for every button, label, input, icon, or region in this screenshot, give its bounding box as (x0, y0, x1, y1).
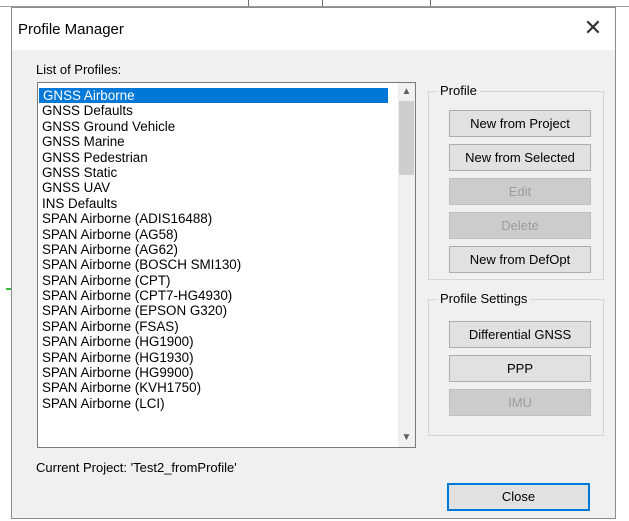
profile-list-item[interactable]: SPAN Airborne (AG62) (38, 242, 388, 257)
profile-list-item[interactable]: SPAN Airborne (CPT) (38, 273, 388, 288)
differential-gnss-button[interactable]: Differential GNSS (449, 321, 591, 348)
profile-manager-dialog: Profile Manager ✕ List of Profiles: GNSS… (11, 7, 616, 519)
current-project-label: Current Project: 'Test2_fromProfile' (36, 460, 237, 475)
dialog-title: Profile Manager (18, 21, 124, 38)
delete-button[interactable]: Delete (449, 212, 591, 239)
new-from-defopt-button[interactable]: New from DefOpt (449, 246, 591, 273)
list-of-profiles-label: List of Profiles: (36, 62, 122, 77)
profile-list-item[interactable]: SPAN Airborne (CPT7-HG4930) (38, 288, 388, 303)
profile-list-item[interactable]: SPAN Airborne (LCI) (38, 396, 388, 411)
profile-list-item[interactable]: SPAN Airborne (HG1930) (38, 350, 388, 365)
profile-list-item[interactable]: GNSS Marine (38, 134, 388, 149)
profile-list-item[interactable]: INS Defaults (38, 196, 388, 211)
background-divider (322, 0, 323, 6)
close-button[interactable]: Close (447, 483, 590, 511)
profiles-list-items: GNSS Airborne GNSS Defaults GNSS Ground Ve… (38, 88, 388, 411)
profile-list-item[interactable]: GNSS Defaults (38, 103, 388, 118)
close-icon[interactable]: ✕ (579, 14, 607, 42)
scroll-down-arrow-icon[interactable]: ▼ (398, 430, 415, 446)
profile-list-item[interactable]: GNSS Ground Vehicle (38, 119, 388, 134)
profile-list-item[interactable]: GNSS UAV (38, 180, 388, 195)
profile-list-item[interactable]: SPAN Airborne (KVH1750) (38, 380, 388, 395)
background-window-strip (0, 0, 629, 7)
profile-list-item[interactable]: SPAN Airborne (FSAS) (38, 319, 388, 334)
profiles-listbox[interactable]: GNSS Airborne GNSS Defaults GNSS Ground Ve… (37, 82, 416, 448)
background-divider (430, 0, 431, 6)
profile-list-item[interactable]: SPAN Airborne (HG1900) (38, 334, 388, 349)
profile-list-item[interactable]: SPAN Airborne (AG58) (38, 227, 388, 242)
profile-list-item[interactable]: SPAN Airborne (ADIS16488) (38, 211, 388, 226)
profile-list-item[interactable]: SPAN Airborne (HG9900) (38, 365, 388, 380)
imu-button[interactable]: IMU (449, 389, 591, 416)
profile-list-item[interactable]: SPAN Airborne (EPSON G320) (38, 303, 388, 318)
profile-settings-groupbox: Profile Settings Differential GNSS PPP I… (428, 291, 604, 436)
profile-settings-group-title: Profile Settings (437, 291, 531, 306)
new-from-project-button[interactable]: New from Project (449, 110, 591, 137)
new-from-selected-button[interactable]: New from Selected (449, 144, 591, 171)
scrollbar-thumb[interactable] (399, 101, 414, 175)
profile-group-title: Profile (437, 83, 480, 98)
background-divider (248, 0, 249, 6)
profile-list-item[interactable]: SPAN Airborne (BOSCH SMI130) (38, 257, 388, 272)
edit-button[interactable]: Edit (449, 178, 591, 205)
scroll-up-arrow-icon[interactable]: ▲ (398, 84, 415, 100)
profile-groupbox: Profile New from Project New from Select… (428, 83, 604, 280)
vertical-scrollbar[interactable]: ▲ ▼ (398, 83, 415, 447)
profile-list-item[interactable]: GNSS Airborne (39, 88, 388, 104)
profile-list-item[interactable]: GNSS Pedestrian (38, 150, 388, 165)
profile-list-item[interactable]: GNSS Static (38, 165, 388, 180)
title-bar: Profile Manager ✕ (12, 8, 615, 50)
ppp-button[interactable]: PPP (449, 355, 591, 382)
